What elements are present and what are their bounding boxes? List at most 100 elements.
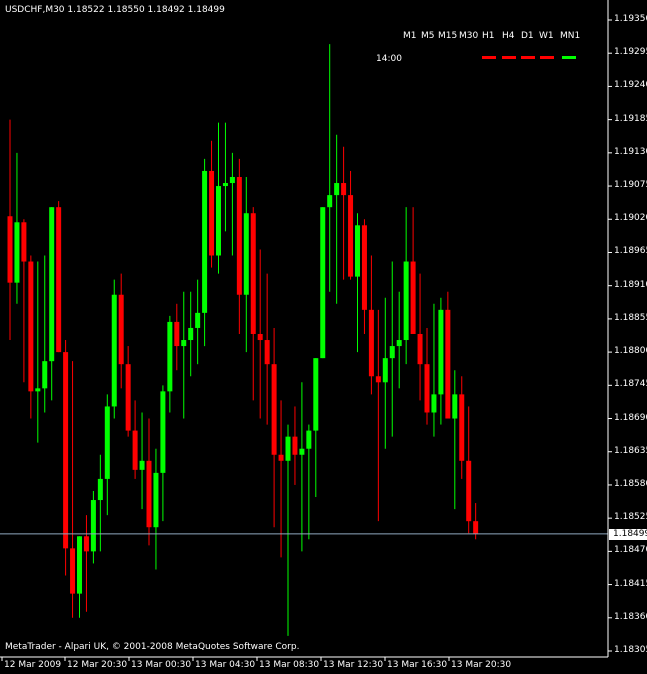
candle-up xyxy=(77,536,82,594)
price-axis-label: 1.18910 xyxy=(614,279,647,290)
symbol-title: USDCHF,M30 1.18522 1.18550 1.18492 1.184… xyxy=(5,5,225,15)
candle-up xyxy=(195,312,201,328)
price-axis-label: 1.18635 xyxy=(614,445,647,456)
candle-down xyxy=(278,454,284,461)
time-axis-label: 13 Mar 04:30 xyxy=(195,660,256,670)
candle-up xyxy=(35,388,41,392)
trend-indicator-h1 xyxy=(482,56,496,59)
candle-up xyxy=(389,346,395,359)
copyright-text: MetaTrader - Alpari UK, © 2001-2008 Meta… xyxy=(5,642,300,652)
candle-down xyxy=(368,309,374,377)
candle-up xyxy=(49,207,55,362)
candle-up xyxy=(334,183,340,196)
timeframe-m15[interactable]: M15 xyxy=(438,31,457,41)
timeframe-mn1[interactable]: MN1 xyxy=(560,31,580,41)
candle-down xyxy=(473,521,479,534)
candle-up xyxy=(320,207,326,359)
candle-up xyxy=(153,472,159,528)
candle-up xyxy=(188,327,194,341)
candle-down xyxy=(125,364,131,431)
candle-up xyxy=(299,448,305,455)
price-axis-label: 1.18965 xyxy=(614,246,647,257)
candle-up xyxy=(139,460,145,470)
price-axis-label: 1.19075 xyxy=(614,180,647,191)
candle-down xyxy=(118,294,124,365)
trend-indicator-w1 xyxy=(540,56,554,59)
candle-down xyxy=(292,436,298,455)
candle-down xyxy=(466,460,472,522)
candle-down xyxy=(146,460,152,528)
price-axis-label: 1.18580 xyxy=(614,478,647,489)
trend-indicator-d1 xyxy=(521,56,535,59)
timeframe-h1[interactable]: H1 xyxy=(482,31,495,41)
price-axis-label: 1.19350 xyxy=(614,14,647,24)
price-axis-label: 1.18525 xyxy=(614,512,647,523)
candle-up xyxy=(216,186,221,256)
price-axis-label: 1.19130 xyxy=(614,146,647,157)
candle-down xyxy=(264,340,270,365)
candle-up xyxy=(14,222,20,283)
candle-down xyxy=(348,195,354,277)
candle-down xyxy=(257,333,263,341)
candle-down xyxy=(28,261,34,392)
candles-group xyxy=(7,44,479,636)
candle-down xyxy=(83,536,89,552)
candle-down xyxy=(341,183,347,196)
timeframe-w1[interactable]: W1 xyxy=(539,31,554,41)
candle-down xyxy=(445,309,451,419)
candle-down xyxy=(250,213,256,334)
price-axis-label: 1.18800 xyxy=(614,346,647,357)
candle-down xyxy=(424,364,430,413)
candle-down xyxy=(7,216,13,283)
candle-up xyxy=(181,340,187,347)
candle-down xyxy=(70,548,76,594)
time-axis-label: 12 Mar 20:30 xyxy=(67,660,128,670)
candle-down xyxy=(459,394,465,461)
price-axis-label: 1.19240 xyxy=(614,80,647,91)
current-price-label: 1.18499 xyxy=(609,528,647,540)
candle-down xyxy=(21,222,27,262)
candle-up xyxy=(160,391,166,473)
trend-indicator-h4 xyxy=(502,56,516,59)
candle-up xyxy=(431,394,437,413)
price-axis-label: 1.18470 xyxy=(614,545,647,556)
candle-up xyxy=(382,358,388,383)
candle-up xyxy=(202,170,208,313)
price-axis-label: 1.19295 xyxy=(614,47,647,58)
candle-down xyxy=(63,352,69,549)
timeframe-h4[interactable]: H4 xyxy=(502,31,515,41)
candle-up xyxy=(355,225,360,277)
timeframe-d1[interactable]: D1 xyxy=(521,31,534,41)
candle-up xyxy=(438,309,444,395)
candle-up xyxy=(285,436,291,461)
time-axis-label: 13 Mar 12:30 xyxy=(323,660,384,670)
candle-down xyxy=(417,333,423,365)
candle-up xyxy=(222,183,228,187)
candle-up xyxy=(327,195,333,208)
price-axis-label: 1.18305 xyxy=(614,645,647,655)
candle-up xyxy=(243,213,249,295)
price-axis-label: 1.19185 xyxy=(614,113,647,124)
candle-up xyxy=(306,430,312,449)
price-axis-ticks xyxy=(608,19,612,652)
timeframe-m1[interactable]: M1 xyxy=(403,31,417,41)
time-axis-label: 13 Mar 20:30 xyxy=(451,660,512,670)
candle-up xyxy=(104,406,110,479)
price-axis-label: 1.18360 xyxy=(614,611,647,622)
hour-label: 14:00 xyxy=(376,54,402,64)
candle-up xyxy=(313,358,319,431)
candle-up xyxy=(452,394,458,419)
price-axis-label: 1.18415 xyxy=(614,578,647,589)
candle-up xyxy=(90,500,96,552)
candle-down xyxy=(132,430,138,470)
price-chart[interactable] xyxy=(0,0,647,674)
candle-down xyxy=(174,321,180,347)
timeframe-m30[interactable]: M30 xyxy=(459,31,478,41)
candle-up xyxy=(403,261,409,341)
timeframe-m5[interactable]: M5 xyxy=(421,31,435,41)
candle-down xyxy=(410,261,416,334)
candle-up xyxy=(111,294,117,407)
time-axis-label: 13 Mar 08:30 xyxy=(259,660,320,670)
candle-down xyxy=(271,364,277,455)
candle-down xyxy=(236,176,242,295)
